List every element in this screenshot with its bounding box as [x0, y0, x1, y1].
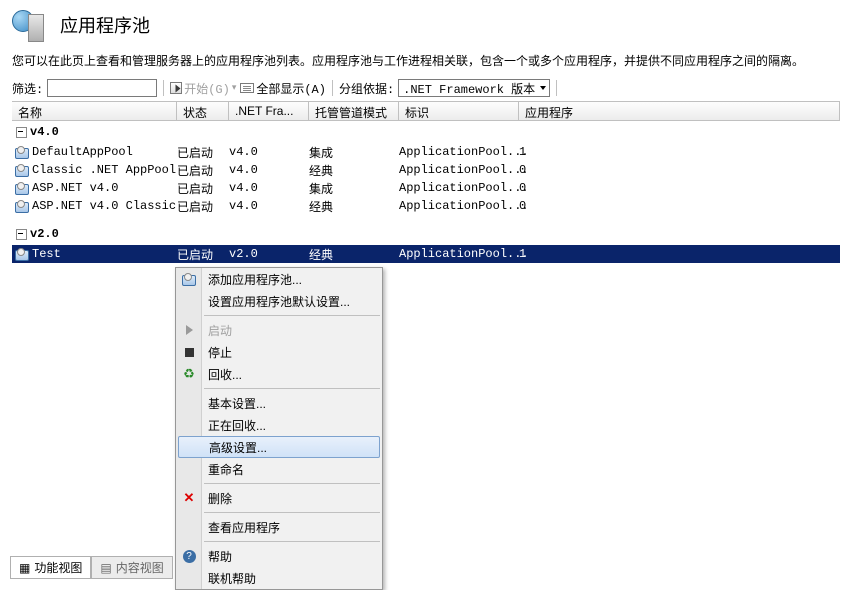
menu-advanced-settings[interactable]: 高级设置...	[178, 436, 380, 458]
toolbar: 筛选: 开始(G) ▾ 全部显示(A) 分组依据: .NET Framework…	[0, 77, 852, 101]
menu-view-apps[interactable]: 查看应用程序	[176, 516, 382, 538]
menu-delete[interactable]: ✕ 删除	[176, 487, 382, 509]
filter-label: 筛选:	[12, 80, 43, 97]
menu-stop[interactable]: 停止	[176, 341, 382, 363]
stop-icon	[185, 348, 194, 357]
menu-basic-settings[interactable]: 基本设置...	[176, 392, 382, 414]
table-row[interactable]: Classic .NET AppPool 已启动 v4.0 经典 Applica…	[12, 161, 840, 179]
app-pool-icon	[12, 6, 52, 44]
go-button[interactable]: 开始(G) ▾	[170, 80, 236, 97]
filter-input[interactable]	[47, 79, 157, 97]
pool-icon	[15, 146, 29, 158]
menu-start: 启动	[176, 319, 382, 341]
table-row[interactable]: ASP.NET v4.0 已启动 v4.0 集成 ApplicationPool…	[12, 179, 840, 197]
col-pipe[interactable]: 托管管道模式	[309, 102, 399, 120]
col-id[interactable]: 标识	[399, 102, 519, 120]
help-icon: ?	[183, 550, 196, 563]
menu-recycling[interactable]: 正在回收...	[176, 414, 382, 436]
go-icon	[170, 82, 182, 94]
pool-icon	[15, 182, 29, 194]
menu-rename[interactable]: 重命名	[176, 458, 382, 480]
showall-button[interactable]: 全部显示(A)	[240, 80, 326, 97]
groupby-dropdown[interactable]: .NET Framework 版本	[398, 79, 550, 97]
grid-header: 名称 状态 .NET Fra... 托管管道模式 标识 应用程序	[12, 102, 840, 121]
menu-help[interactable]: ? 帮助	[176, 545, 382, 567]
pool-icon	[15, 164, 29, 176]
tab-content-view[interactable]: ▤ 内容视图	[91, 556, 172, 579]
features-icon: ▦	[19, 561, 30, 575]
context-menu: 添加应用程序池... 设置应用程序池默认设置... 启动 停止 ♻ 回收... …	[175, 267, 383, 590]
pool-icon	[182, 273, 196, 285]
recycle-icon: ♻	[183, 366, 195, 382]
group-v2[interactable]: v2.0	[12, 223, 840, 245]
tab-features-view[interactable]: ▦ 功能视图	[10, 556, 91, 579]
app-pool-grid: 名称 状态 .NET Fra... 托管管道模式 标识 应用程序 v4.0 De…	[12, 101, 840, 263]
content-icon: ▤	[100, 561, 111, 575]
col-status[interactable]: 状态	[177, 102, 229, 120]
page-description: 您可以在此页上查看和管理服务器上的应用程序池列表。应用程序池与工作进程相关联，包…	[0, 52, 852, 77]
showall-icon	[240, 83, 254, 93]
table-row[interactable]: DefaultAppPool 已启动 v4.0 集成 ApplicationPo…	[12, 143, 840, 161]
menu-online-help[interactable]: 联机帮助	[176, 567, 382, 589]
col-apps[interactable]: 应用程序	[519, 102, 840, 120]
table-row-selected[interactable]: Test 已启动 v2.0 经典 ApplicationPool... 1	[12, 245, 840, 263]
menu-recycle[interactable]: ♻ 回收...	[176, 363, 382, 385]
col-net[interactable]: .NET Fra...	[229, 102, 309, 120]
pool-icon	[15, 200, 29, 212]
play-icon	[186, 325, 193, 335]
groupby-label: 分组依据:	[339, 80, 394, 97]
page-title: 应用程序池	[60, 12, 150, 38]
menu-set-defaults[interactable]: 设置应用程序池默认设置...	[176, 290, 382, 312]
table-row[interactable]: ASP.NET v4.0 Classic 已启动 v4.0 经典 Applica…	[12, 197, 840, 215]
pool-icon	[15, 248, 29, 260]
col-name[interactable]: 名称	[12, 102, 177, 120]
menu-add-pool[interactable]: 添加应用程序池...	[176, 268, 382, 290]
delete-icon: ✕	[184, 490, 195, 506]
group-v4[interactable]: v4.0	[12, 121, 840, 143]
